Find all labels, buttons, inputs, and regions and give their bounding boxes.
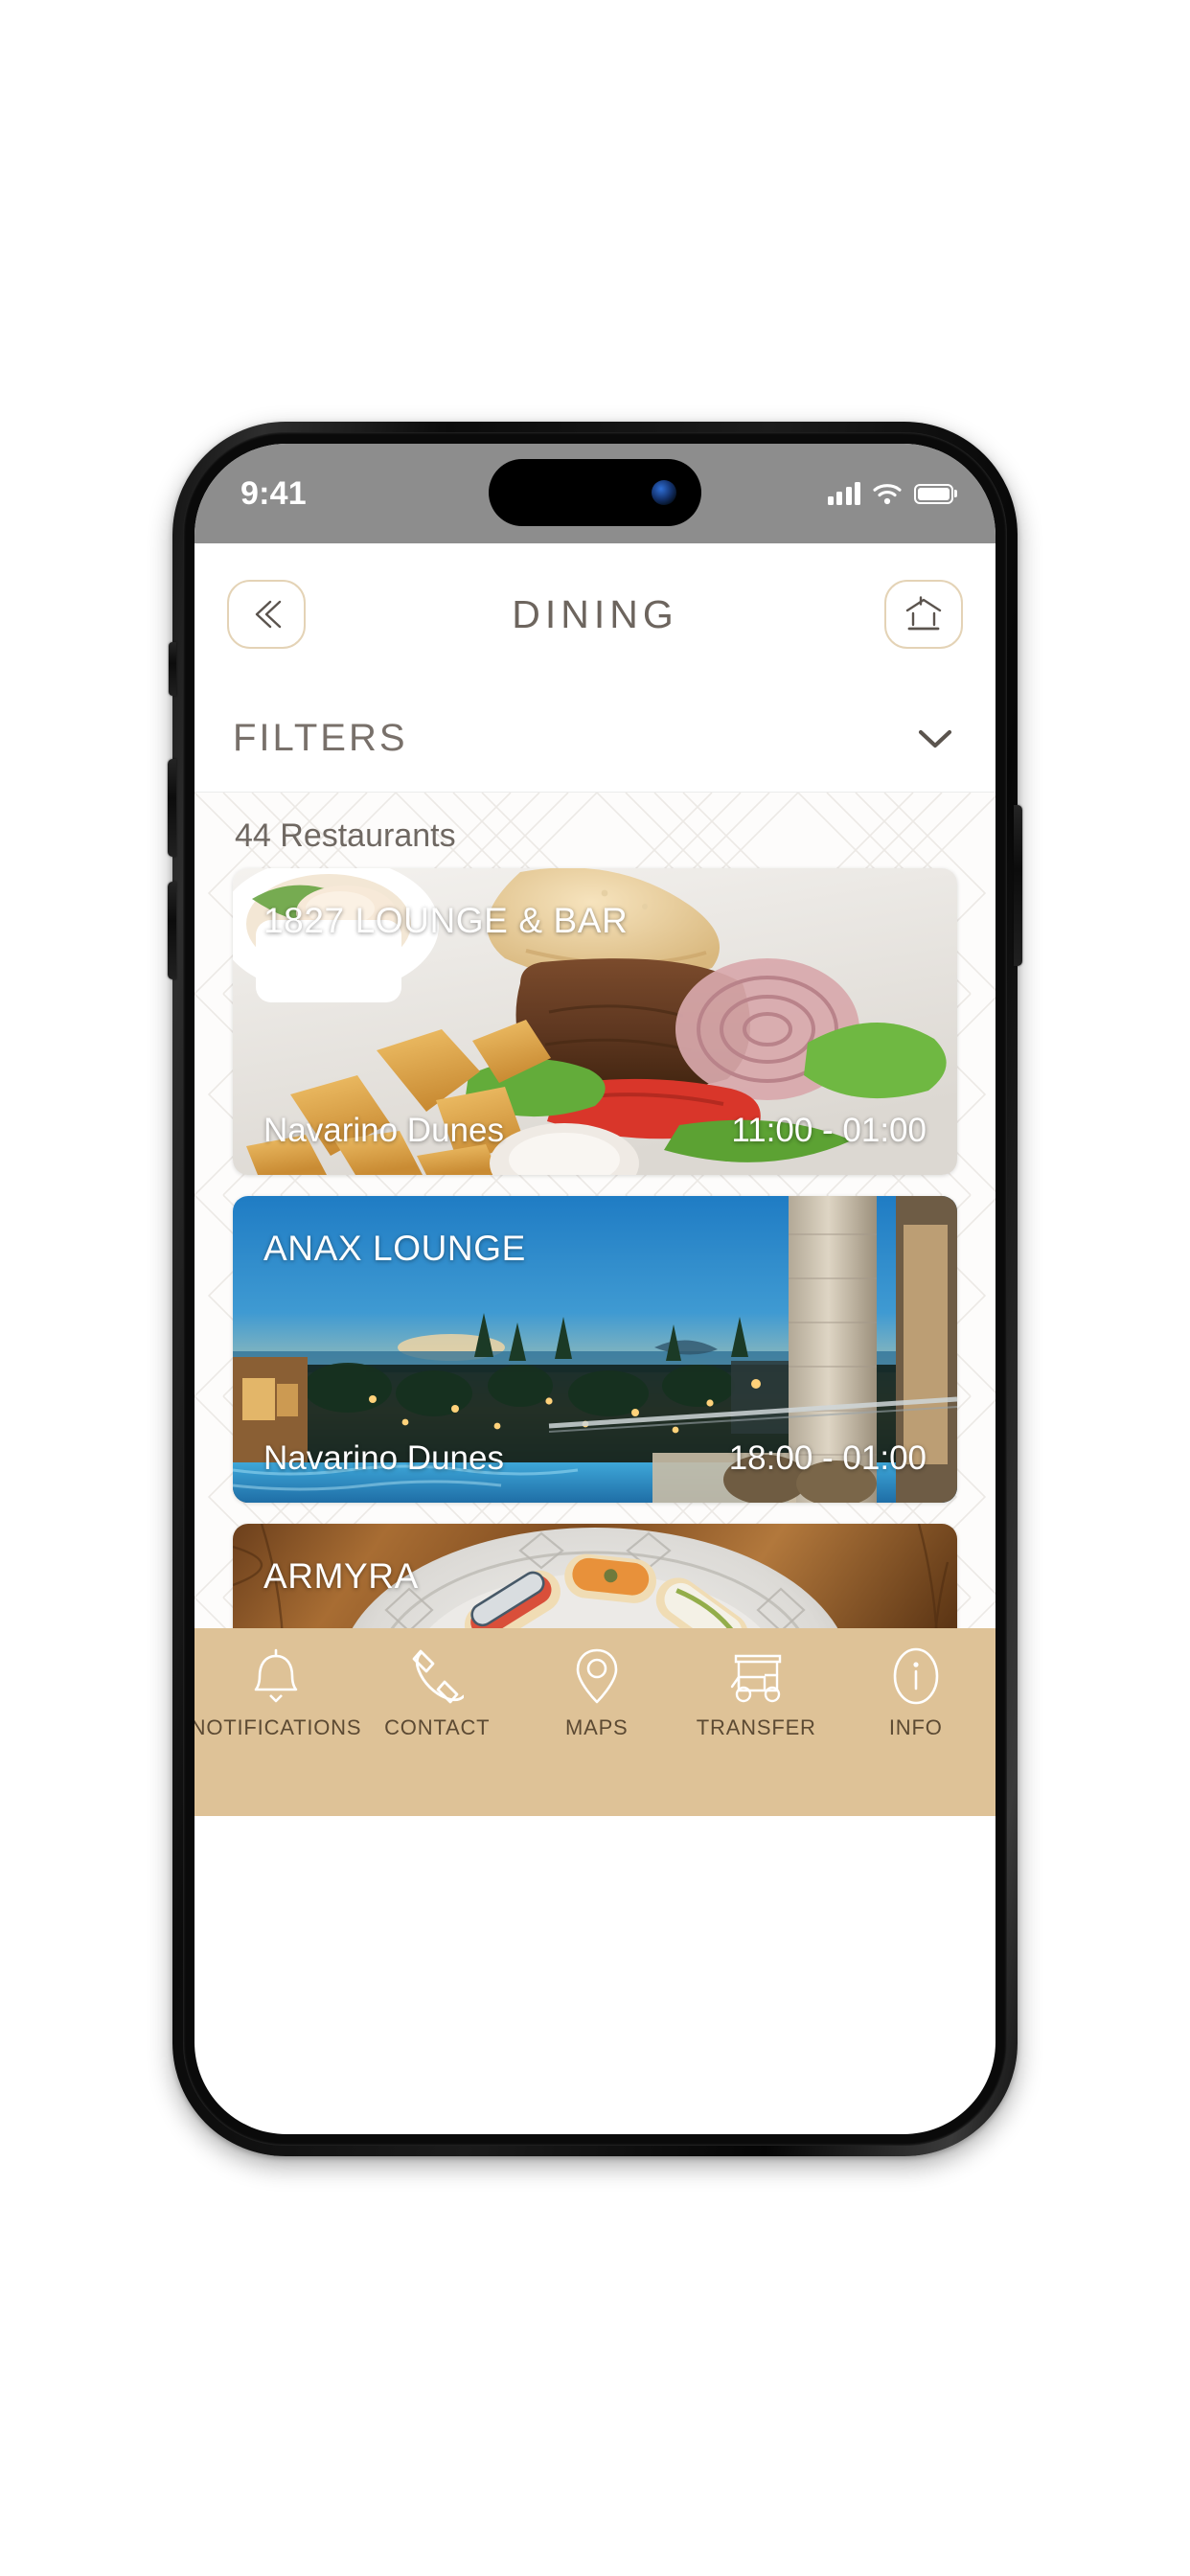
- nav-item-maps[interactable]: MAPS: [517, 1645, 677, 1740]
- screenshot-root: 9:41 DINING FILTERS 44 Restaurants 1827 …: [0, 0, 1190, 2576]
- restaurant-location: Navarino Dunes: [263, 1112, 504, 1149]
- phone-device-frame: 9:41 DINING FILTERS 44 Restaurants 1827 …: [168, 422, 1022, 2156]
- nav-label: NOTIFICATIONS: [195, 1715, 362, 1739]
- phone-icon: [410, 1645, 465, 1707]
- nav-label: CONTACT: [384, 1715, 491, 1739]
- dynamic-island: [489, 459, 701, 526]
- restaurant-list[interactable]: 44 Restaurants 1827 LOUNGE & BAR Navarin…: [195, 793, 995, 1816]
- cellular-bars-icon: [827, 482, 860, 505]
- filters-toggle[interactable]: FILTERS: [195, 685, 995, 793]
- front-camera-icon: [652, 480, 676, 505]
- info-circle-icon: [891, 1645, 941, 1707]
- filters-label: FILTERS: [233, 717, 408, 759]
- bell-icon: [249, 1645, 303, 1707]
- status-indicators: [827, 482, 953, 505]
- page-title: DINING: [512, 591, 678, 636]
- home-button[interactable]: [884, 580, 963, 649]
- status-time: 9:41: [240, 474, 307, 512]
- phone-screen: 9:41 DINING FILTERS 44 Restaurants 1827 …: [195, 444, 995, 2134]
- restaurant-card[interactable]: 1827 LOUNGE & BAR Navarino Dunes 11:00 -…: [233, 868, 957, 1175]
- volume-up-button[interactable]: [168, 759, 176, 857]
- volume-down-button[interactable]: [168, 882, 176, 979]
- back-button[interactable]: [227, 580, 306, 649]
- silent-switch-button[interactable]: [169, 642, 176, 696]
- bottom-navigation: NOTIFICATIONS CONTACT MAPS TRANSFER INFO: [195, 1628, 995, 1816]
- nav-item-notifications[interactable]: NOTIFICATIONS: [195, 1645, 361, 1740]
- nav-label: TRANSFER: [696, 1715, 816, 1739]
- nav-label: INFO: [888, 1715, 943, 1739]
- restaurant-name: ARMYRA: [263, 1556, 419, 1596]
- nav-label: MAPS: [564, 1715, 629, 1739]
- restaurant-count: 44 Restaurants: [195, 793, 995, 868]
- double-chevron-left-icon: [255, 600, 282, 629]
- restaurant-name: ANAX LOUNGE: [263, 1229, 526, 1268]
- restaurant-hours: 18:00 - 01:00: [728, 1439, 927, 1477]
- wifi-icon: [873, 483, 902, 504]
- golf-cart-icon: [722, 1645, 790, 1707]
- chevron-down-icon: [918, 729, 952, 748]
- map-pin-icon: [573, 1645, 621, 1707]
- status-bar: 9:41: [195, 444, 995, 543]
- nav-item-info[interactable]: INFO: [836, 1645, 996, 1740]
- restaurant-card[interactable]: ANAX LOUNGE Navarino Dunes 18:00 - 01:00: [233, 1196, 957, 1503]
- power-button[interactable]: [1014, 805, 1022, 966]
- restaurant-name: 1827 LOUNGE & BAR: [263, 901, 629, 940]
- nav-item-transfer[interactable]: TRANSFER: [676, 1645, 836, 1740]
- restaurant-hours: 11:00 - 01:00: [731, 1112, 927, 1149]
- home-icon: [905, 596, 942, 631]
- nav-item-contact[interactable]: CONTACT: [357, 1645, 517, 1740]
- restaurant-location: Navarino Dunes: [263, 1439, 504, 1477]
- battery-full-icon: [914, 483, 953, 504]
- restaurant-count-text: 44 Restaurants: [235, 817, 456, 854]
- app-header: DINING: [195, 543, 995, 685]
